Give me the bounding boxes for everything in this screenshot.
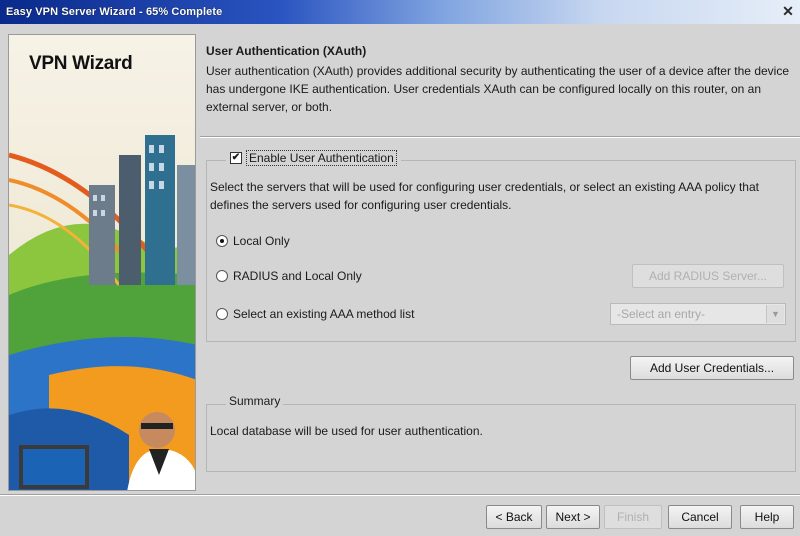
radio-local-only[interactable]: Local Only [216, 234, 290, 248]
cancel-button[interactable]: Cancel [668, 505, 732, 529]
header-divider [200, 136, 800, 138]
radio-label: Local Only [233, 234, 290, 248]
enable-auth-checkbox[interactable]: ✔ [230, 152, 242, 164]
window-title: Easy VPN Server Wizard - 65% Complete [6, 6, 223, 18]
radio-label: Select an existing AAA method list [233, 307, 415, 321]
footer-divider [0, 494, 800, 496]
summary-text: Local database will be used for user aut… [210, 424, 483, 438]
radio-label: RADIUS and Local Only [233, 269, 362, 283]
summary-box [206, 404, 796, 472]
radio-radius-local[interactable]: RADIUS and Local Only [216, 269, 362, 283]
page-description: User authentication (XAuth) provides add… [206, 64, 790, 114]
enable-auth-label[interactable]: Enable User Authentication [246, 150, 397, 166]
radio-aaa-method-list[interactable]: Select an existing AAA method list [216, 307, 414, 321]
add-user-credentials-button[interactable]: Add User Credentials... [630, 356, 794, 380]
close-icon[interactable]: ✕ [780, 3, 796, 19]
back-button[interactable]: < Back [486, 505, 542, 529]
add-radius-server-button[interactable]: Add RADIUS Server... [632, 264, 784, 288]
aaa-method-list-select[interactable]: -Select an entry- ▼ [610, 303, 786, 325]
help-button[interactable]: Help [740, 505, 794, 529]
wizard-illustration-panel: VPN Wizard [8, 34, 196, 491]
vpn-wizard-logo: VPN Wizard [29, 53, 133, 74]
select-value: -Select an entry- [617, 307, 706, 321]
radio-button[interactable] [216, 308, 228, 320]
wizard-window: Easy VPN Server Wizard - 65% Complete ✕ [0, 0, 800, 536]
summary-legend: Summary [226, 394, 284, 408]
enable-auth-row[interactable]: ✔ Enable User Authentication [226, 150, 401, 166]
chevron-down-icon[interactable]: ▼ [766, 305, 784, 323]
page-title: User Authentication (XAuth) [206, 44, 367, 58]
wizard-illustration [9, 35, 195, 490]
auth-description: Select the servers that will be used for… [210, 180, 759, 212]
title-bar: Easy VPN Server Wizard - 65% Complete ✕ [0, 0, 800, 24]
next-button[interactable]: Next > [546, 505, 600, 529]
finish-button[interactable]: Finish [604, 505, 662, 529]
radio-button[interactable] [216, 235, 228, 247]
page-header: User Authentication (XAuth) User authent… [206, 44, 796, 116]
radio-button[interactable] [216, 270, 228, 282]
